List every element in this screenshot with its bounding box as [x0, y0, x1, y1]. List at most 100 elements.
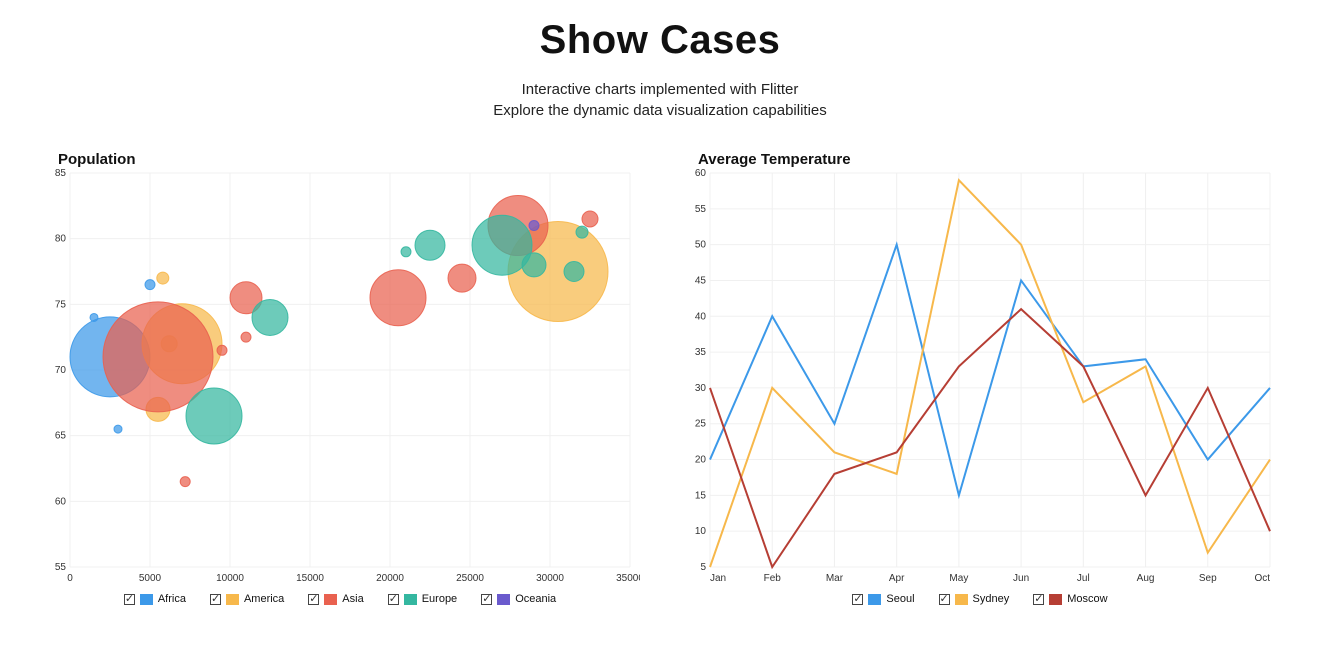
x-tick-label: Oct: [1254, 573, 1270, 584]
legend-label: Africa: [158, 593, 186, 605]
legend-swatch: [226, 594, 239, 605]
chart-temperature: Average Temperature JanFebMarAprMayJunJu…: [680, 157, 1280, 608]
legend-label: Oceania: [515, 593, 556, 605]
legend-swatch: [404, 594, 417, 605]
checkbox-icon[interactable]: [388, 594, 399, 605]
y-tick-label: 30: [695, 383, 707, 394]
x-tick-label: Jun: [1013, 573, 1029, 584]
y-tick-label: 55: [55, 562, 67, 573]
y-tick-label: 20: [695, 455, 707, 466]
y-tick-label: 80: [55, 234, 67, 245]
legend-label: Sydney: [973, 593, 1010, 605]
chart-temperature-canvas[interactable]: JanFebMarAprMayJunJulAugSepOct5101520253…: [680, 157, 1280, 587]
bubble-point[interactable]: [157, 272, 169, 284]
x-tick-label: Feb: [764, 573, 782, 584]
checkbox-icon[interactable]: [124, 594, 135, 605]
bubble-point[interactable]: [180, 477, 190, 487]
x-tick-label: 25000: [456, 573, 484, 584]
chart-population-title: Population: [58, 151, 136, 168]
population-legend-item-america[interactable]: America: [210, 593, 284, 605]
x-tick-label: 0: [67, 573, 73, 584]
checkbox-icon[interactable]: [210, 594, 221, 605]
population-legend-item-africa[interactable]: Africa: [124, 593, 186, 605]
page-title: Show Cases: [0, 18, 1320, 63]
bubble-point[interactable]: [401, 247, 411, 257]
bubble-point[interactable]: [241, 332, 251, 342]
x-tick-label: Jul: [1077, 573, 1090, 584]
bubble-point[interactable]: [582, 211, 598, 227]
legend-swatch: [1049, 594, 1062, 605]
bubble-point[interactable]: [370, 270, 426, 326]
legend-label: America: [244, 593, 284, 605]
bubble-point[interactable]: [415, 230, 445, 260]
x-tick-label: Sep: [1199, 573, 1217, 584]
y-tick-label: 50: [695, 240, 707, 251]
legend-label: Asia: [342, 593, 363, 605]
temperature-legend-item-sydney[interactable]: Sydney: [939, 593, 1010, 605]
population-legend-item-oceania[interactable]: Oceania: [481, 593, 556, 605]
y-tick-label: 35: [695, 347, 707, 358]
temperature-legend-item-seoul[interactable]: Seoul: [852, 593, 914, 605]
legend-swatch: [868, 594, 881, 605]
x-tick-label: May: [949, 573, 968, 584]
population-legend-item-asia[interactable]: Asia: [308, 593, 363, 605]
checkbox-icon[interactable]: [308, 594, 319, 605]
page-header: Show Cases Interactive charts implemente…: [0, 0, 1320, 119]
x-tick-label: 20000: [376, 573, 404, 584]
checkbox-icon[interactable]: [481, 594, 492, 605]
y-tick-label: 60: [55, 496, 67, 507]
legend-label: Seoul: [886, 593, 914, 605]
bubble-point[interactable]: [186, 388, 242, 444]
bubble-point[interactable]: [529, 221, 539, 231]
checkbox-icon[interactable]: [1033, 594, 1044, 605]
page-subtitle-2: Explore the dynamic data visualization c…: [0, 102, 1320, 119]
y-tick-label: 85: [55, 168, 67, 179]
y-tick-label: 65: [55, 431, 67, 442]
checkbox-icon[interactable]: [852, 594, 863, 605]
line-series-moscow[interactable]: [710, 309, 1270, 567]
bubble-point[interactable]: [564, 262, 584, 282]
bubble-point[interactable]: [90, 313, 98, 321]
bubble-point[interactable]: [576, 226, 588, 238]
chart-population: Population 05000100001500020000250003000…: [40, 157, 640, 608]
page-subtitle-1: Interactive charts implemented with Flit…: [0, 81, 1320, 98]
chart-temperature-title: Average Temperature: [698, 151, 851, 168]
legend-label: Moscow: [1067, 593, 1107, 605]
bubble-point[interactable]: [522, 253, 546, 277]
legend-label: Europe: [422, 593, 457, 605]
y-tick-label: 70: [55, 365, 67, 376]
chart-temperature-legend: Seoul Sydney Moscow: [680, 593, 1280, 608]
y-tick-label: 75: [55, 299, 67, 310]
bubble-point[interactable]: [252, 299, 288, 335]
x-tick-label: Jan: [710, 573, 726, 584]
x-tick-label: Aug: [1137, 573, 1155, 584]
x-tick-label: Mar: [826, 573, 844, 584]
legend-swatch: [324, 594, 337, 605]
population-legend-item-europe[interactable]: Europe: [388, 593, 457, 605]
y-tick-label: 60: [695, 168, 707, 179]
y-tick-label: 45: [695, 275, 707, 286]
legend-swatch: [497, 594, 510, 605]
y-tick-label: 15: [695, 490, 707, 501]
x-tick-label: 5000: [139, 573, 162, 584]
x-tick-label: Apr: [889, 573, 905, 584]
bubble-point[interactable]: [145, 280, 155, 290]
legend-swatch: [140, 594, 153, 605]
bubble-point[interactable]: [114, 425, 122, 433]
chart-population-legend: Africa America Asia Europe Oceania: [40, 593, 640, 608]
y-tick-label: 5: [700, 562, 706, 573]
y-tick-label: 25: [695, 419, 707, 430]
y-tick-label: 55: [695, 204, 707, 215]
y-tick-label: 40: [695, 311, 707, 322]
x-tick-label: 15000: [296, 573, 324, 584]
x-tick-label: 35000: [616, 573, 640, 584]
line-series-seoul[interactable]: [710, 245, 1270, 496]
x-tick-label: 30000: [536, 573, 564, 584]
bubble-point[interactable]: [217, 345, 227, 355]
temperature-legend-item-moscow[interactable]: Moscow: [1033, 593, 1107, 605]
bubble-point[interactable]: [448, 264, 476, 292]
legend-swatch: [955, 594, 968, 605]
line-series-sydney[interactable]: [710, 180, 1270, 567]
checkbox-icon[interactable]: [939, 594, 950, 605]
chart-population-canvas[interactable]: 0500010000150002000025000300003500055606…: [40, 157, 640, 587]
